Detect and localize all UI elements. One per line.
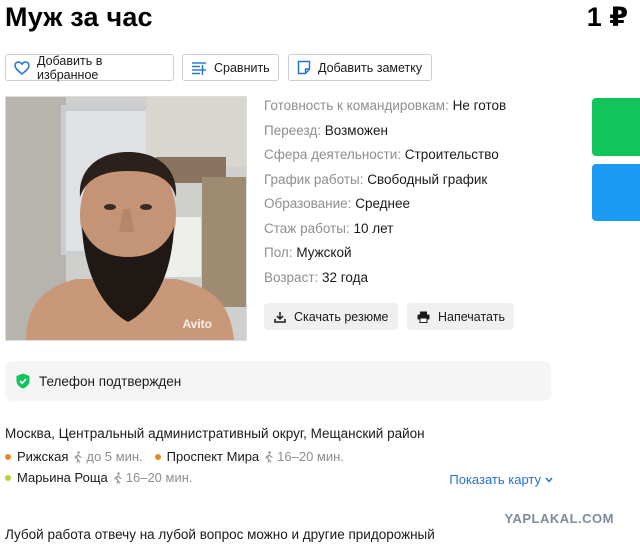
- description-text: Лубой работа отвечу на лубой вопрос можн…: [5, 527, 435, 542]
- compare-button[interactable]: Сравнить: [182, 54, 279, 81]
- walk-time: 16–20 мин.: [264, 449, 344, 464]
- add-note-button[interactable]: Добавить заметку: [288, 54, 432, 81]
- metro-row-2: Марьина Роща 16–20 мин.: [5, 470, 193, 485]
- printer-icon: [417, 311, 430, 323]
- param-education: Образование: Среднее: [264, 196, 411, 211]
- walking-person-icon: [113, 471, 122, 484]
- param-relocation: Переезд: Возможен: [264, 122, 388, 138]
- param-age: Возраст: 32 года: [264, 269, 369, 285]
- compare-icon: [192, 61, 206, 75]
- shield-check-icon: [16, 373, 30, 389]
- note-icon: [297, 60, 311, 75]
- metro-line-dot: [5, 453, 11, 460]
- params-list: Готовность к командировкам: Не готов Пер…: [264, 96, 584, 292]
- blue-side-button[interactable]: [592, 164, 640, 221]
- add-to-favorites-label: Добавить в избранное: [37, 53, 103, 82]
- print-label: Напечатать: [438, 309, 505, 324]
- param-schedule: График работы: Свободный график: [264, 171, 488, 187]
- walking-person-icon: [74, 450, 83, 463]
- address: Москва, Центральный административный окр…: [5, 426, 425, 441]
- download-icon: [274, 311, 286, 323]
- walk-time: 16–20 мин.: [113, 470, 193, 485]
- add-to-favorites-button[interactable]: Добавить в избранное: [5, 53, 174, 82]
- metro-station-name: Рижская: [17, 449, 69, 464]
- phone-verified-badge: Телефон подтвержден: [5, 361, 551, 401]
- chevron-down-icon: [545, 477, 553, 483]
- print-button[interactable]: Напечатать: [407, 303, 514, 330]
- param-gender: Пол: Мужской: [264, 245, 352, 260]
- download-resume-label: Скачать резюме: [294, 309, 389, 324]
- metro-station-name: Проспект Мира: [166, 449, 260, 464]
- metro-row-1: Рижская до 5 мин. Проспект Мира 16–20 ми…: [5, 449, 344, 464]
- site-watermark: YAPLAKAL.COM: [504, 511, 614, 526]
- listing-price: 1 ₽: [586, 2, 628, 32]
- param-business-trips: Готовность к командировкам: Не готов: [264, 98, 507, 113]
- green-side-button[interactable]: [592, 98, 640, 156]
- show-map-link[interactable]: Показать карту: [449, 472, 553, 487]
- walk-time: до 5 мин.: [73, 449, 143, 464]
- compare-label: Сравнить: [214, 60, 270, 75]
- add-note-label: Добавить заметку: [318, 60, 423, 75]
- download-resume-button[interactable]: Скачать резюме: [264, 303, 398, 330]
- photo-illustration: [6, 97, 246, 340]
- metro-line-dot: [5, 474, 11, 481]
- photo-watermark: Avito: [182, 317, 212, 331]
- heart-icon: [14, 60, 30, 75]
- phone-verified-label: Телефон подтвержден: [39, 373, 182, 389]
- metro-station-name: Марьина Роща: [17, 470, 108, 485]
- walking-person-icon: [265, 450, 273, 463]
- listing-title: Муж за час: [5, 2, 153, 32]
- param-experience: Стаж работы: 10 лет: [264, 220, 394, 236]
- show-map-label: Показать карту: [449, 472, 541, 487]
- profile-photo[interactable]: Avito: [5, 96, 247, 341]
- param-field: Сфера деятельности: Строительство: [264, 147, 499, 162]
- metro-line-dot: [154, 453, 161, 460]
